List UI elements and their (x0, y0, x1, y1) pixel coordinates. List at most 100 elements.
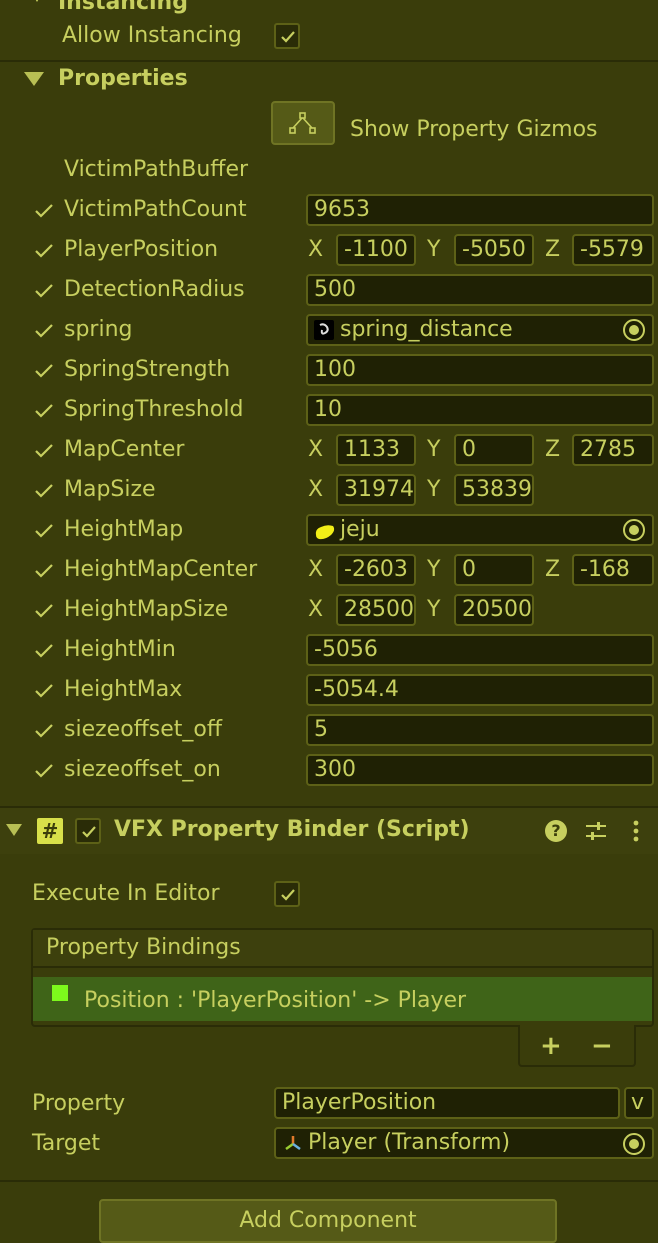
remove-binding-button[interactable]: − (591, 1031, 613, 1061)
object-picker-icon[interactable] (623, 519, 645, 541)
property-label: HeightMapCenter (64, 557, 258, 582)
property-value-field[interactable]: -5054.4 (306, 674, 654, 706)
property-value-field[interactable]: 500 (306, 274, 654, 306)
component-title: VFX Property Binder (Script) (114, 817, 470, 842)
y-field[interactable]: -5050 (454, 234, 534, 266)
y-axis-label[interactable]: Y (427, 597, 440, 622)
override-checkmark[interactable] (33, 640, 55, 662)
z-axis-label[interactable]: Z (545, 557, 560, 582)
instancing-header[interactable]: Instancing (58, 0, 188, 15)
show-gizmos-label: Show Property Gizmos (350, 117, 598, 142)
x-axis-label[interactable]: X (308, 237, 323, 262)
help-icon[interactable]: ? (545, 820, 567, 842)
binding-status-icon (52, 985, 68, 1001)
property-label: PlayerPosition (64, 237, 219, 262)
property-value-field[interactable]: 300 (306, 754, 654, 786)
y-axis-label[interactable]: Y (427, 477, 440, 502)
instancing-foldout-arrow[interactable] (30, 0, 44, 2)
override-checkmark[interactable] (33, 440, 55, 462)
override-checkmark[interactable] (33, 760, 55, 782)
properties-foldout-arrow[interactable] (24, 72, 44, 86)
z-axis-label[interactable]: Z (545, 437, 560, 462)
override-checkmark[interactable] (33, 400, 55, 422)
override-checkmark[interactable] (33, 680, 55, 702)
y-axis-label[interactable]: Y (427, 437, 440, 462)
override-checkmark[interactable] (33, 520, 55, 542)
property-name-field[interactable]: PlayerPosition (274, 1087, 620, 1119)
target-field-label: Target (32, 1131, 101, 1156)
more-options-icon[interactable] (632, 820, 640, 842)
target-object-field[interactable]: Player (Transform) (274, 1127, 654, 1159)
override-checkmark[interactable] (33, 600, 55, 622)
property-label: DetectionRadius (64, 277, 245, 302)
y-field[interactable]: 0 (454, 554, 534, 586)
property-label: spring (64, 317, 133, 342)
component-enabled-checkbox[interactable] (75, 818, 101, 844)
object-field[interactable]: jeju (306, 514, 654, 546)
spring-thumbnail-icon (314, 320, 334, 340)
x-axis-label[interactable]: X (308, 437, 323, 462)
x-axis-label[interactable]: X (308, 477, 323, 502)
preset-icon[interactable] (584, 820, 608, 842)
property-label: VictimPathCount (64, 197, 247, 222)
script-icon: # (37, 818, 63, 844)
y-axis-label[interactable]: Y (427, 557, 440, 582)
x-field[interactable]: 31974 (336, 474, 416, 506)
x-field[interactable]: 28500 (336, 594, 416, 626)
y-field[interactable]: 53839 (454, 474, 534, 506)
y-field[interactable]: 0 (454, 434, 534, 466)
victim-path-buffer-label: VictimPathBuffer (64, 157, 249, 182)
property-label: SpringStrength (64, 357, 231, 382)
z-axis-label[interactable]: Z (545, 237, 560, 262)
property-dropdown-button[interactable]: v (624, 1087, 654, 1119)
property-label: siezeoffset_off (64, 717, 223, 742)
override-checkmark[interactable] (33, 480, 55, 502)
x-field[interactable]: 1133 (336, 434, 416, 466)
override-checkmark[interactable] (33, 240, 55, 262)
override-checkmark[interactable] (33, 280, 55, 302)
property-value-field[interactable]: 5 (306, 714, 654, 746)
object-picker-icon[interactable] (623, 319, 645, 341)
property-label: MapCenter (64, 437, 185, 462)
z-field[interactable]: -168 (572, 554, 654, 586)
property-value-field[interactable]: 9653 (306, 194, 654, 226)
y-field[interactable]: 20500 (454, 594, 534, 626)
execute-in-editor-checkbox[interactable] (274, 881, 300, 907)
target-object-name: Player (Transform) (308, 1130, 511, 1155)
property-label: HeightMin (64, 637, 176, 662)
z-field[interactable]: -5579 (572, 234, 654, 266)
property-value-field[interactable]: -5056 (306, 634, 654, 666)
x-field[interactable]: -2603 (336, 554, 416, 586)
object-field[interactable]: spring_distance (306, 314, 654, 346)
allow-instancing-checkbox[interactable] (274, 23, 300, 49)
add-binding-button[interactable]: + (540, 1031, 562, 1061)
heightmap-thumbnail-icon (314, 521, 336, 540)
override-checkmark[interactable] (33, 200, 55, 222)
add-component-button[interactable]: Add Component (99, 1199, 557, 1243)
object-picker-icon[interactable] (623, 1133, 645, 1155)
x-axis-label[interactable]: X (308, 557, 323, 582)
object-name: jeju (340, 517, 380, 542)
add-remove-footer (518, 1025, 636, 1067)
show-gizmos-button[interactable] (271, 101, 335, 145)
allow-instancing-label: Allow Instancing (62, 23, 242, 48)
property-value-field[interactable]: 100 (306, 354, 654, 386)
execute-in-editor-label: Execute In Editor (32, 881, 220, 906)
add-component-label: Add Component (239, 1208, 417, 1233)
property-value-field[interactable]: 10 (306, 394, 654, 426)
override-checkmark[interactable] (33, 360, 55, 382)
x-axis-label[interactable]: X (308, 597, 323, 622)
property-label: HeightMap (64, 517, 184, 542)
y-axis-label[interactable]: Y (427, 237, 440, 262)
property-field-label: Property (32, 1091, 126, 1116)
object-name: spring_distance (340, 317, 513, 342)
gizmo-icon (289, 112, 316, 134)
transform-icon (285, 1136, 301, 1151)
z-field[interactable]: 2785 (572, 434, 654, 466)
override-checkmark[interactable] (33, 720, 55, 742)
binder-foldout-arrow[interactable] (6, 824, 22, 836)
override-checkmark[interactable] (33, 560, 55, 582)
properties-header[interactable]: Properties (58, 66, 188, 91)
override-checkmark[interactable] (33, 320, 55, 342)
x-field[interactable]: -1100 (336, 234, 416, 266)
